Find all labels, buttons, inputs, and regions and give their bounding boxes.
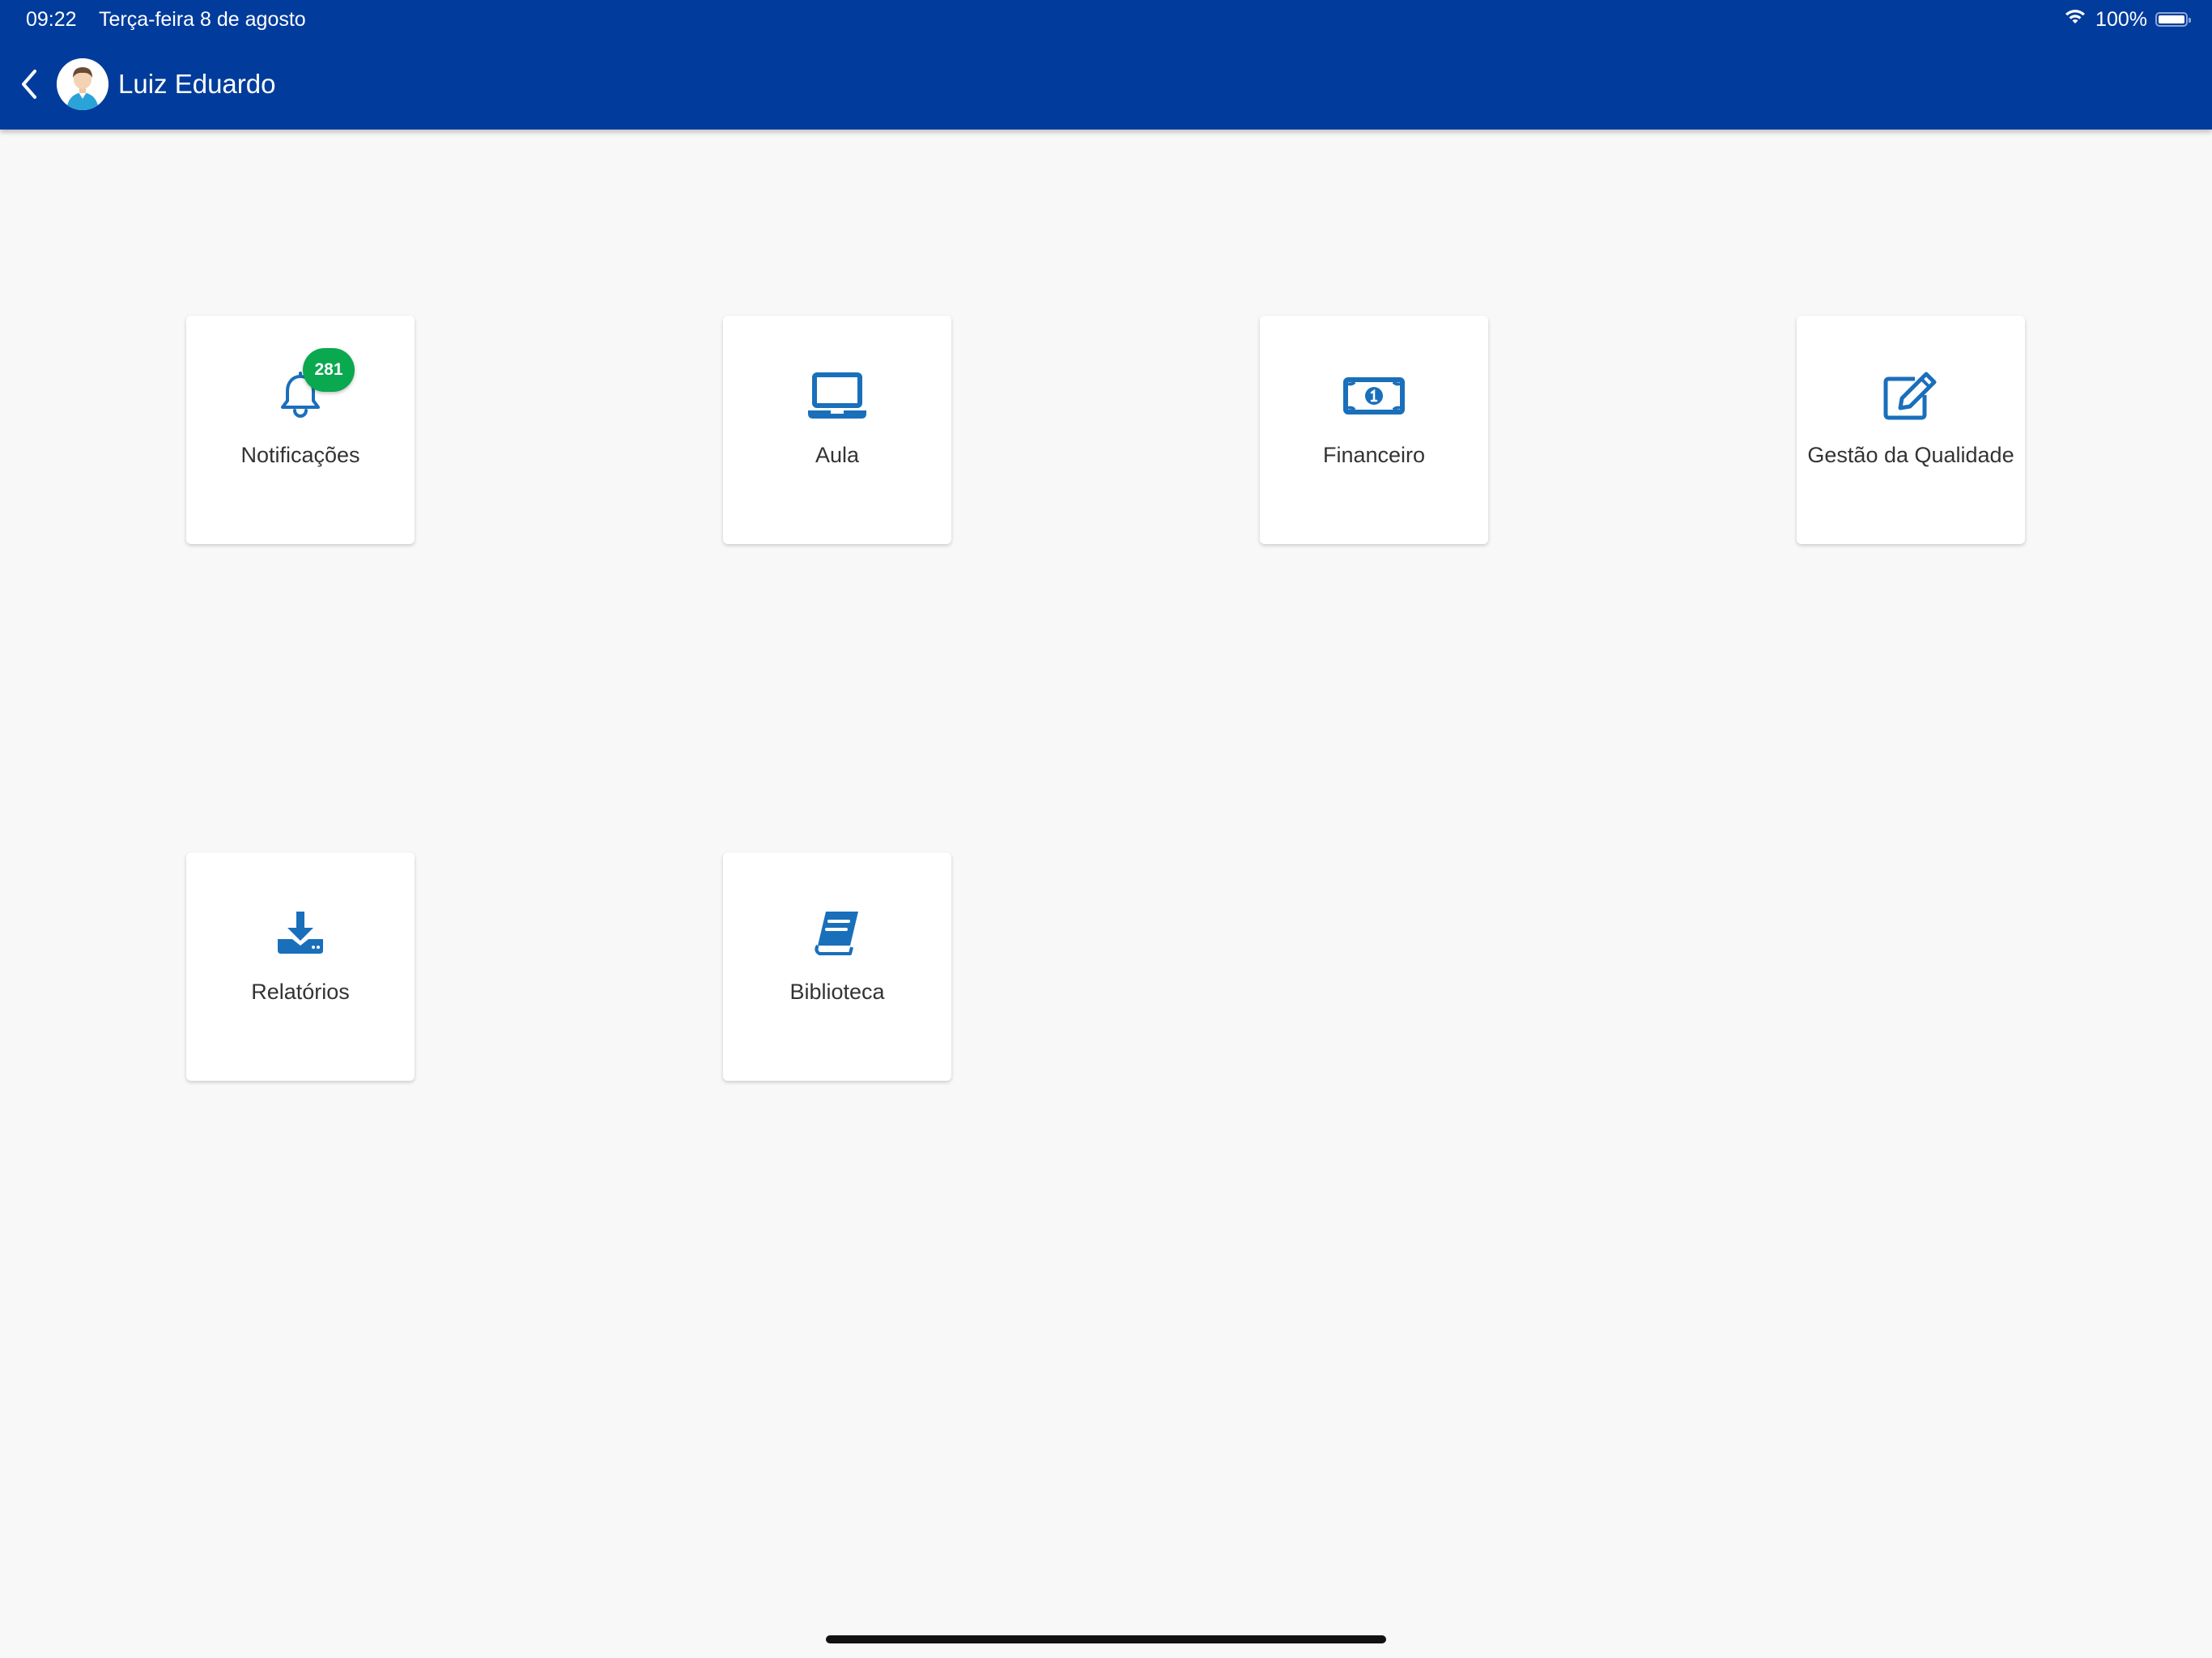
money-bill-icon: [1343, 377, 1405, 414]
menu-card-gestao-qualidade[interactable]: Gestão da Qualidade: [1797, 316, 2025, 544]
home-indicator[interactable]: [826, 1635, 1386, 1643]
edit-icon: [1883, 372, 1937, 420]
chevron-left-icon: [22, 70, 36, 99]
menu-card-label: Notificações: [240, 443, 360, 467]
battery-icon: [2155, 12, 2191, 27]
status-date: Terça-feira 8 de agosto: [99, 8, 306, 31]
menu-card-label: Gestão da Qualidade: [1807, 443, 2014, 467]
laptop-icon: [808, 372, 866, 419]
menu-card-aula[interactable]: Aula: [723, 316, 951, 544]
status-time: 09:22: [26, 8, 77, 31]
menu-card-financeiro[interactable]: Financeiro: [1260, 316, 1488, 544]
notification-count-badge: 281: [303, 348, 355, 392]
user-name: Luiz Eduardo: [118, 69, 276, 99]
app-header: 09:22 Terça-feira 8 de agosto 100% Luiz …: [0, 0, 2212, 130]
menu-card-label: Biblioteca: [789, 980, 885, 1004]
menu-card-notificacoes[interactable]: 281 Notificações: [186, 316, 415, 544]
battery-percentage: 100%: [2095, 7, 2147, 31]
menu-card-biblioteca[interactable]: Biblioteca: [723, 852, 951, 1081]
book-icon: [815, 912, 858, 955]
wifi-icon: [2063, 7, 2087, 32]
menu-card-label: Relatórios: [251, 980, 350, 1004]
avatar[interactable]: [57, 58, 108, 110]
menu-card-label: Aula: [815, 443, 860, 467]
back-button[interactable]: [13, 62, 45, 107]
download-icon: [278, 912, 323, 954]
menu-card-label: Financeiro: [1322, 443, 1426, 467]
user-avatar-icon: [57, 58, 108, 110]
status-indicators: 100%: [2063, 6, 2191, 32]
menu-card-relatorios[interactable]: Relatórios: [186, 852, 415, 1081]
